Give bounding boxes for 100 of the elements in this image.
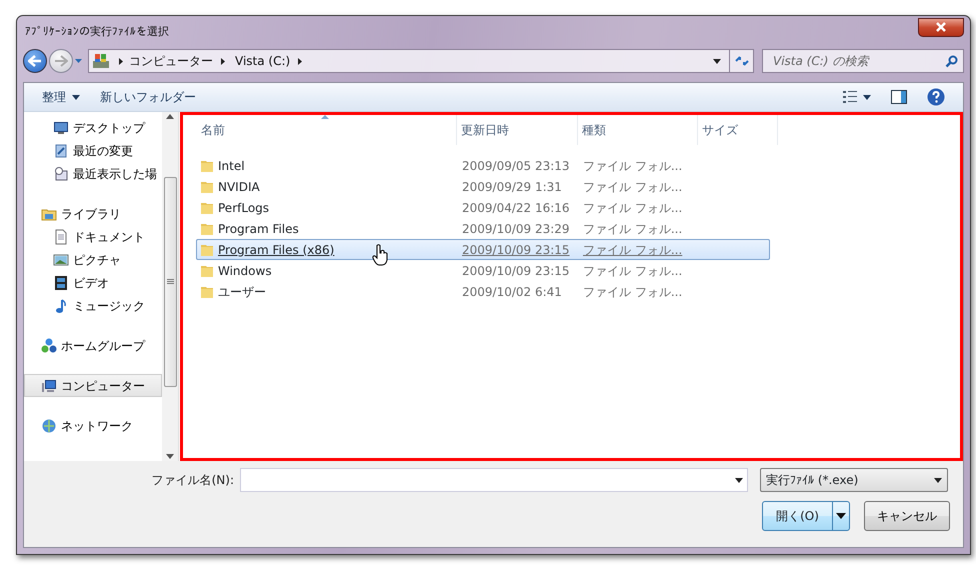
- date-cell-text: 2009/10/09 23:15: [461, 242, 571, 258]
- type-cell-text: ファイル フォル...: [582, 200, 682, 216]
- places-icon: [53, 166, 69, 182]
- details-view-icon: [843, 91, 857, 103]
- music-icon: [53, 298, 69, 314]
- sidebar-item[interactable]: ホームグループ: [24, 334, 162, 357]
- column-header[interactable]: 更新日時: [457, 115, 578, 145]
- network-icon: [41, 418, 57, 434]
- date-cell-text: 2009/10/02 6:41: [461, 284, 563, 300]
- folder-icon: [200, 284, 214, 298]
- folder-icon: [200, 158, 214, 172]
- file-row[interactable]: Windows 2009/10/09 23:15 ファイル フォル...: [196, 260, 770, 281]
- file-name: PerfLogs: [218, 200, 270, 216]
- hand-cursor-icon: [372, 244, 388, 266]
- type-cell-text: ファイル フォル...: [582, 178, 682, 196]
- dropdown-caret-icon: [713, 58, 721, 64]
- file-name: NVIDIA: [218, 178, 260, 196]
- folder-icon: [200, 242, 214, 256]
- sidebar-item[interactable]: 最近の変更: [24, 139, 162, 162]
- preview-pane-icon: [891, 90, 907, 104]
- file-row[interactable]: NVIDIA 2009/09/29 1:31 ファイル フォル...: [196, 176, 770, 197]
- column-header[interactable]: 種類: [578, 115, 698, 145]
- document-icon: [53, 228, 69, 244]
- breadcrumb-item[interactable]: コンピューター: [123, 52, 219, 70]
- date-cell-text: 2009/09/29 1:31: [461, 178, 563, 196]
- folder-icon: [200, 264, 214, 278]
- date-cell-text: 2009/04/22 16:16: [461, 200, 571, 216]
- open-split-button[interactable]: 開く(O): [762, 501, 850, 531]
- type-cell-text: ファイル フォル...: [582, 220, 682, 238]
- file-row[interactable]: ユーザー 2009/10/02 6:41 ファイル フォル...: [196, 281, 770, 302]
- breadcrumb-item[interactable]: Vista (C:): [229, 52, 296, 70]
- folder-icon: [200, 180, 214, 194]
- back-button[interactable]: [23, 49, 47, 73]
- sidebar-item[interactable]: ライブラリ: [24, 202, 162, 225]
- desktop-icon: [53, 120, 69, 136]
- type-cell-text: ファイル フォル...: [582, 284, 682, 300]
- computer-icon: [92, 52, 110, 70]
- sidebar-item[interactable]: ネットワーク: [24, 414, 162, 437]
- caret-icon: [72, 94, 80, 100]
- recent-icon: [53, 142, 69, 158]
- sort-arrow-icon: [320, 115, 328, 119]
- date-cell-text: 2009/10/09 23:29: [461, 220, 571, 238]
- file-name: ユーザー: [218, 284, 266, 300]
- video-icon: [53, 274, 69, 290]
- chevron-icon: [298, 58, 302, 64]
- caret-icon: [836, 513, 846, 519]
- file-name: Program Files (x86): [218, 242, 334, 258]
- close-button[interactable]: [918, 18, 964, 36]
- chevron-icon: [221, 58, 225, 64]
- back-arrow-icon: [28, 55, 42, 67]
- sidebar-item[interactable]: ミュージック: [24, 294, 162, 317]
- close-icon: [933, 22, 949, 32]
- toolbar-button[interactable]: 新しいフォルダー: [90, 86, 206, 108]
- toolbar-button[interactable]: 整理: [32, 86, 90, 108]
- window-title: ｱﾌﾟﾘｹｰｼｮﾝの実行ﾌｧｲﾙを選択: [24, 24, 169, 40]
- type-cell-text: ファイル フォル...: [582, 158, 682, 174]
- caret-icon: [863, 94, 871, 100]
- column-header[interactable]: サイズ: [698, 115, 778, 145]
- file-type-dropdown[interactable]: 実行ﾌｧｲﾙ (*.exe): [760, 468, 948, 492]
- file-row[interactable]: Intel 2009/09/05 23:13 ファイル フォル...: [196, 155, 770, 176]
- file-name: Intel: [218, 158, 245, 174]
- computer-icon: [41, 378, 57, 394]
- type-cell-text: ファイル フォル...: [582, 262, 682, 280]
- picture-icon: [53, 252, 69, 268]
- file-row[interactable]: PerfLogs 2009/04/22 16:16 ファイル フォル...: [196, 197, 770, 218]
- folder-icon: [200, 200, 214, 214]
- sidebar-item[interactable]: コンピューター: [24, 374, 162, 397]
- field-label: ファイル名(N):: [150, 472, 235, 489]
- sidebar-item[interactable]: ドキュメント: [24, 225, 162, 248]
- file-name: Windows: [218, 262, 272, 280]
- file-name: Program Files: [218, 220, 299, 238]
- sidebar-item[interactable]: 最近表示した場: [24, 162, 162, 185]
- scrollbar[interactable]: [162, 112, 178, 461]
- file-name-field[interactable]: [240, 468, 748, 492]
- dropdown-caret-icon: [934, 478, 942, 482]
- dropdown-caret-icon: [735, 478, 743, 482]
- cancel-button[interactable]: キャンセル: [864, 501, 950, 531]
- search-field[interactable]: Vista (C:) の検索: [762, 49, 964, 73]
- file-row[interactable]: Program Files 2009/10/09 23:29 ファイル フォル...: [196, 218, 770, 239]
- forward-arrow-icon: [54, 55, 68, 67]
- folder-icon: [200, 222, 214, 236]
- sidebar-item[interactable]: ピクチャ: [24, 248, 162, 271]
- sidebar-item[interactable]: デスクトップ: [24, 116, 162, 139]
- caret-icon: [75, 59, 82, 63]
- type-cell-text: ファイル フォル...: [582, 242, 682, 258]
- sidebar-item[interactable]: ビデオ: [24, 271, 162, 294]
- date-cell-text: 2009/10/09 23:15: [461, 262, 571, 280]
- homegroup-icon: [41, 338, 57, 354]
- file-row[interactable]: Program Files (x86) 2009/10/09 23:15 ファイル フォル...: [196, 239, 770, 260]
- refresh-icon: [734, 55, 748, 67]
- search-input[interactable]: Vista (C:) の検索: [771, 51, 945, 71]
- column-header[interactable]: 名前: [197, 115, 457, 145]
- chevron-icon: [119, 58, 123, 64]
- help-icon: [927, 88, 945, 106]
- scroll-down-icon[interactable]: [166, 454, 174, 459]
- grip-icon: [166, 279, 174, 285]
- address-bar[interactable]: コンピューター Vista (C:): [88, 49, 754, 73]
- scroll-up-icon[interactable]: [166, 114, 174, 119]
- date-cell-text: 2009/09/05 23:13: [461, 158, 571, 174]
- search-icon: [945, 54, 958, 68]
